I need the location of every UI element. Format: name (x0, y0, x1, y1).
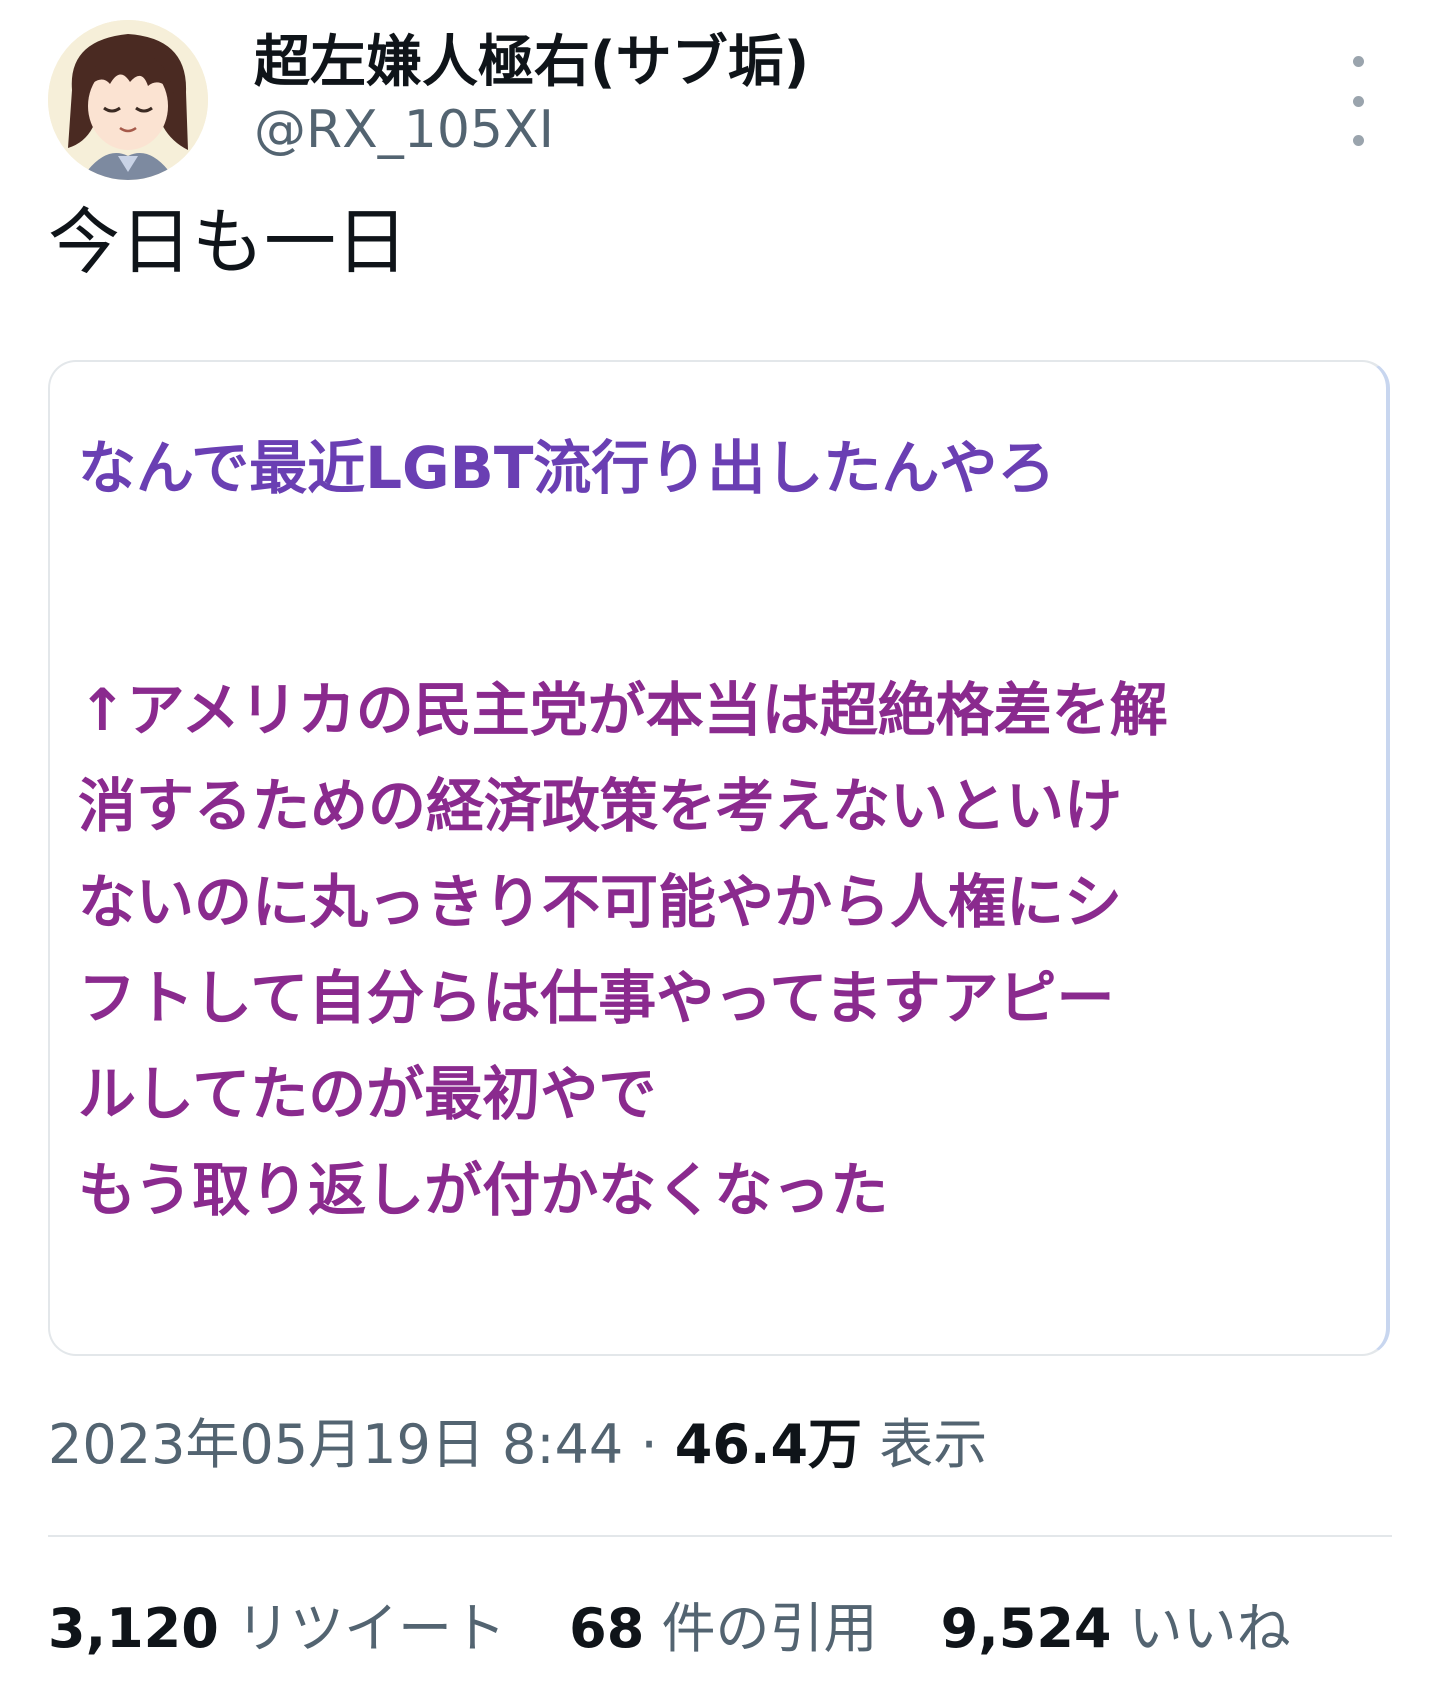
tweet-meta: 2023年05月19日 8:44 · 46.4万 表示 (48, 1410, 987, 1480)
card-body-line: 消するための経済政策を考えないといけ (78, 772, 1123, 840)
card-headline: なんで最近LGBT流行り出したんやろ (78, 434, 1056, 502)
card-body-line: ↑アメリカの民主党が本当は超絶格差を解 (78, 676, 1168, 744)
likes-label: いいね (1128, 1597, 1291, 1660)
views-label: 表示 (879, 1413, 988, 1476)
retweets-stat[interactable]: 3,120 リツイート (48, 1594, 506, 1664)
card-body-line: ないのに丸っきり不可能やから人権にシ (78, 868, 1123, 936)
tweet-text: 今日も一日 (48, 200, 409, 284)
more-dot (1352, 135, 1364, 146)
card-body-line: もう取り返しが付かなくなった (78, 1156, 889, 1224)
retweets-label: リツイート (235, 1597, 506, 1660)
views-count: 46.4万 (674, 1413, 863, 1476)
author-handle[interactable]: @RX_105XI (254, 98, 809, 162)
quotes-count: 68 (569, 1597, 645, 1660)
tweet-timestamp[interactable]: 2023年05月19日 8:44 (48, 1413, 623, 1476)
avatar[interactable] (48, 20, 208, 180)
card-body-line: フトして自分らは仕事やってますアピー (78, 964, 1115, 1032)
quotes-stat[interactable]: 68 件の引用 (569, 1594, 877, 1664)
author-names: 超左嫌人極右(サブ垢) @RX_105XI (254, 28, 809, 162)
avatar-illustration (48, 20, 208, 180)
likes-stat[interactable]: 9,524 いいね (941, 1594, 1291, 1664)
author-display-name[interactable]: 超左嫌人極右(サブ垢) (254, 28, 809, 98)
meta-separator: · (640, 1413, 658, 1476)
divider (48, 1535, 1392, 1537)
tweet-media-card[interactable]: なんで最近LGBT流行り出したんやろ ↑アメリカの民主党が本当は超絶格差を解 消… (48, 360, 1390, 1356)
card-body: ↑アメリカの民主党が本当は超絶格差を解 消するための経済政策を考えないといけ な… (78, 662, 1368, 1238)
tweet-stats: 3,120 リツイート 68 件の引用 9,524 いいね (48, 1594, 1337, 1664)
more-dot (1352, 95, 1364, 107)
tweet-header: 超左嫌人極右(サブ垢) @RX_105XI (48, 20, 1392, 180)
retweets-count: 3,120 (48, 1597, 219, 1660)
card-body-line: ルしてたのが最初やで (78, 1060, 657, 1128)
likes-count: 9,524 (940, 1597, 1112, 1660)
more-vertical-icon[interactable] (1338, 56, 1378, 146)
quotes-label: 件の引用 (661, 1597, 878, 1660)
more-dot (1352, 56, 1364, 67)
